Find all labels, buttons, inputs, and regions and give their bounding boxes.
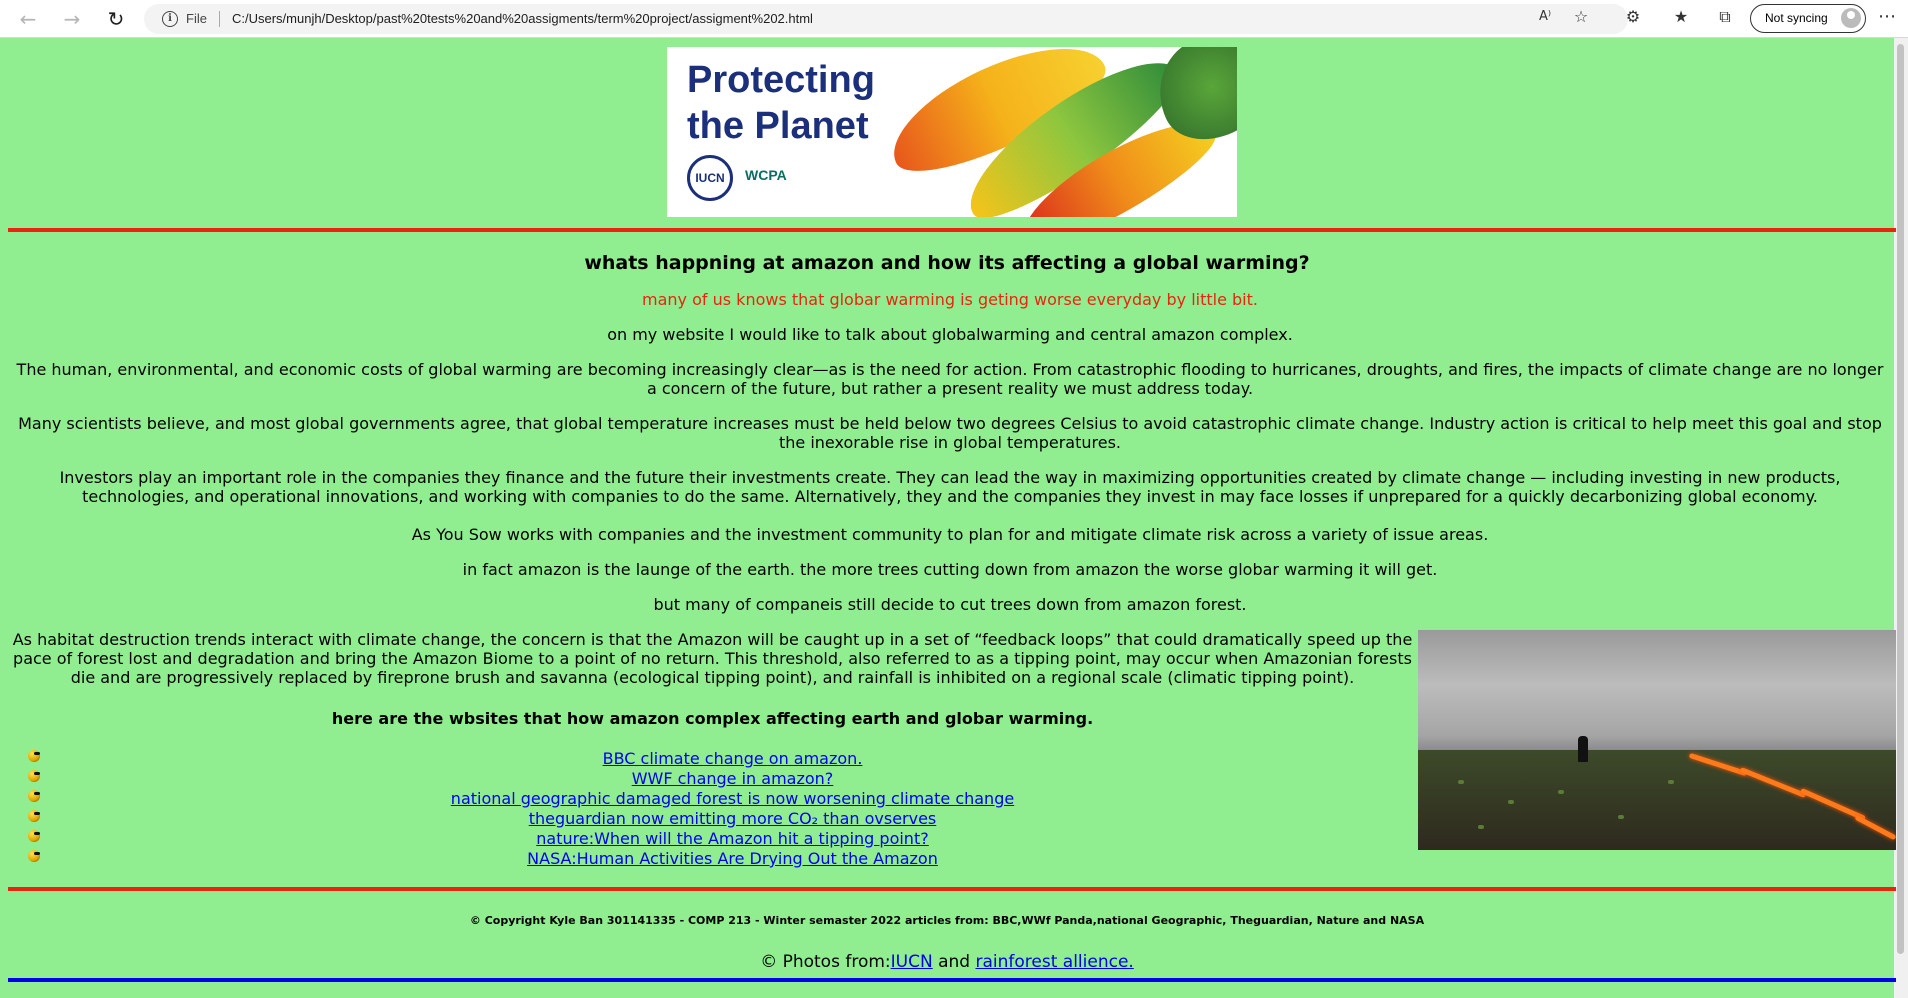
link-wwf-text[interactable]: WWF change in amazon? — [632, 769, 834, 788]
rainforest-link[interactable]: rainforest allience. — [975, 952, 1133, 972]
link-bbc[interactable]: BBC climate change on amazon. — [40, 749, 1425, 769]
links-heading: here are the wbsites that how amazon com… — [331, 709, 1094, 728]
read-aloud-icon[interactable]: A⁾ — [1534, 6, 1556, 28]
bullet-icon — [28, 770, 40, 782]
bullet-icon — [28, 810, 40, 822]
collections-icon[interactable]: ⧉ — [1714, 6, 1736, 28]
scrollbar-thumb[interactable] — [1897, 44, 1904, 954]
amazon-fire-photo — [1418, 630, 1896, 850]
paragraph-1: on my website I would like to talk about… — [607, 325, 1293, 344]
sync-label: Not syncing — [1765, 11, 1828, 25]
bullet-icon — [28, 830, 40, 842]
refresh-icon[interactable]: ↻ — [104, 7, 128, 31]
extensions-icon[interactable]: ⚙ — [1622, 6, 1644, 28]
bullet-icon — [28, 790, 40, 802]
back-arrow-icon[interactable]: ← — [16, 7, 40, 31]
paragraph-4: Investors play an important role in the … — [59, 468, 1841, 506]
intro-red-text: many of us knows that globar warming is … — [642, 290, 1258, 309]
photo-person — [1578, 736, 1588, 762]
divider-top — [8, 228, 1896, 232]
more-menu-icon[interactable]: ⋯ — [1878, 6, 1896, 27]
iucn-logo: IUCN — [687, 155, 733, 201]
photo-plant — [1458, 780, 1464, 784]
page-content: Protecting the Planet IUCN WCPA whats ha… — [0, 38, 1896, 998]
photo-plant — [1618, 815, 1624, 819]
link-guardian-text[interactable]: theguardian now emitting more CO₂ than o… — [529, 809, 937, 828]
photos-credit: © Photos from:IUCN and rainforest allien… — [0, 952, 1894, 972]
banner-title-line1: Protecting — [687, 59, 875, 101]
divider-blue — [8, 978, 1896, 982]
link-natgeo-text[interactable]: national geographic damaged forest is no… — [451, 789, 1014, 808]
bullet-icon — [28, 850, 40, 862]
sync-button[interactable]: Not syncing — [1750, 4, 1866, 33]
banner-title-line2: the Planet — [687, 105, 869, 147]
link-bbc-text[interactable]: BBC climate change on amazon. — [603, 749, 863, 768]
paragraph-3: Many scientists believe, and most global… — [18, 414, 1882, 452]
page-heading: whats happning at amazon and how its aff… — [584, 252, 1310, 274]
paragraph-7: but many of companeis still decide to cu… — [653, 595, 1247, 614]
link-nature-text[interactable]: nature:When will the Amazon hit a tippin… — [536, 829, 928, 848]
wcpa-logo: WCPA — [745, 167, 787, 183]
photo-plant — [1508, 800, 1514, 804]
banner-image: Protecting the Planet IUCN WCPA — [667, 47, 1237, 217]
paragraph-5: As You Sow works with companies and the … — [411, 525, 1489, 544]
address-divider — [219, 11, 220, 27]
forward-arrow-icon[interactable]: → — [60, 7, 84, 31]
paragraph-6: in fact amazon is the launge of the eart… — [462, 560, 1438, 579]
photo-plant — [1668, 780, 1674, 784]
url-text[interactable]: C:/Users/munjh/Desktop/past%20tests%20an… — [232, 11, 813, 26]
photos-prefix: © Photos from: — [760, 952, 891, 972]
photo-plant — [1558, 790, 1564, 794]
browser-toolbar: ← → ↻ i File C:/Users/munjh/Desktop/past… — [0, 0, 1908, 38]
paragraph-8: As habitat destruction trends interact w… — [12, 630, 1413, 687]
link-nature[interactable]: nature:When will the Amazon hit a tippin… — [40, 829, 1425, 849]
paragraph-2: The human, environmental, and economic c… — [16, 360, 1884, 398]
info-icon[interactable]: i — [162, 11, 178, 27]
photos-and: and — [932, 952, 976, 972]
link-guardian[interactable]: theguardian now emitting more CO₂ than o… — [40, 809, 1425, 829]
iucn-link[interactable]: IUCN — [891, 952, 933, 972]
file-label: File — [186, 11, 207, 26]
link-wwf[interactable]: WWF change in amazon? — [40, 769, 1425, 789]
link-nasa-text[interactable]: NASA:Human Activities Are Drying Out the… — [527, 849, 938, 868]
favorites-icon[interactable]: ★ — [1670, 6, 1692, 28]
link-natgeo[interactable]: national geographic damaged forest is no… — [40, 789, 1425, 809]
photo-plant — [1478, 825, 1484, 829]
profile-icon — [1841, 8, 1861, 28]
divider-bottom — [8, 887, 1896, 891]
copyright-text: © Copyright Kyle Ban 301141335 - COMP 21… — [469, 914, 1425, 927]
link-nasa[interactable]: NASA:Human Activities Are Drying Out the… — [40, 849, 1425, 869]
address-bar[interactable]: i File C:/Users/munjh/Desktop/past%20tes… — [144, 4, 1628, 34]
banner-title: Protecting the Planet — [687, 57, 875, 149]
add-favorite-icon[interactable]: ☆ — [1570, 6, 1592, 28]
bullet-icon — [28, 750, 40, 762]
